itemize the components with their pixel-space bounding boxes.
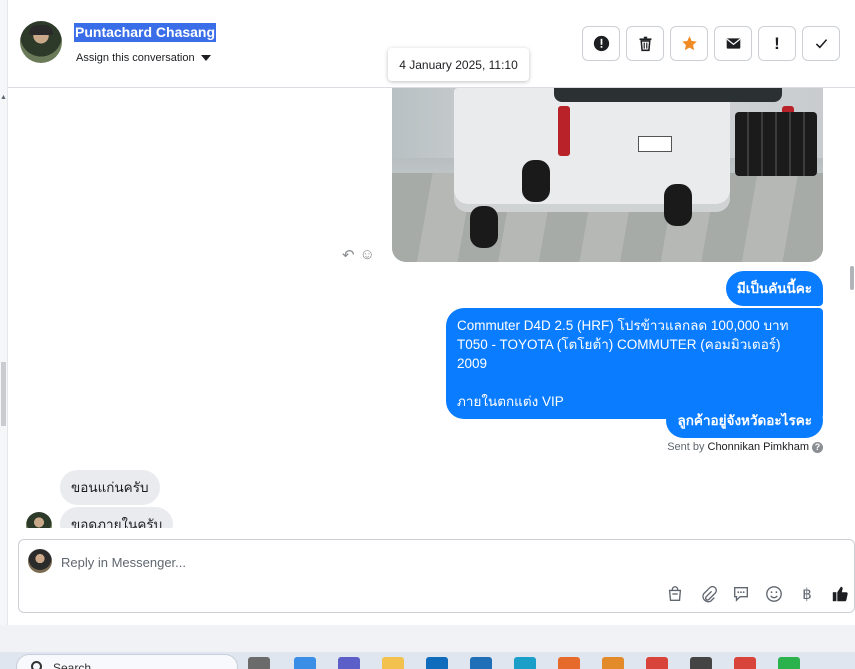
like-button[interactable] [830, 584, 850, 604]
vehicle-photo-attachment[interactable] [392, 88, 823, 262]
paperclip-icon [702, 585, 717, 603]
saved-replies-button[interactable] [731, 584, 751, 604]
app-icon[interactable] [690, 657, 712, 669]
scrollbar-thumb[interactable] [850, 266, 854, 290]
taskbar-search[interactable]: Search [16, 654, 238, 669]
photo-tire-rack [735, 112, 817, 176]
emoji-react-icon[interactable]: ☺ [360, 246, 375, 264]
contact-name[interactable]: Puntachard Chasang [74, 23, 217, 42]
line-icon[interactable] [778, 657, 800, 669]
teams-icon[interactable] [338, 657, 360, 669]
photo-van-window [554, 88, 782, 102]
trash-icon [639, 36, 651, 52]
photo-taillight [558, 106, 570, 156]
outlook-icon[interactable] [426, 657, 448, 669]
done-button[interactable] [802, 26, 840, 61]
os-taskbar: Search [0, 652, 855, 669]
incoming-message[interactable]: ขอนแก่นครับ [60, 470, 160, 505]
emoji-button[interactable] [764, 584, 784, 604]
sent-by-name: Chonnikan Pimkham [707, 441, 810, 453]
assign-conversation-dropdown[interactable]: Assign this conversation [76, 52, 211, 64]
delete-button[interactable] [626, 26, 664, 61]
incoming-message[interactable]: ขอดูภายในครับ [60, 507, 174, 528]
report-button[interactable] [582, 26, 620, 61]
shopping-bag-icon [668, 586, 682, 601]
outgoing-message[interactable]: ลูกค้าอยู่จังหวัดอะไรคะ [666, 403, 823, 438]
help-icon[interactable]: ? [812, 441, 823, 453]
caret-down-icon [200, 55, 211, 61]
header-actions: ! [582, 26, 840, 61]
agent-avatar [28, 549, 52, 573]
reply-arrow-icon[interactable]: ↶ [342, 246, 355, 264]
report-icon [593, 35, 609, 52]
composer-toolbar: ฿ [665, 584, 850, 604]
shop-bag-button[interactable] [665, 584, 685, 604]
photo-wheel [470, 206, 498, 248]
vlc-icon[interactable] [602, 657, 624, 669]
exclamation-icon: ! [774, 33, 780, 53]
chat-bubble-icon [734, 587, 748, 602]
sent-by-prefix: Sent by [667, 441, 705, 453]
sender-avatar [26, 512, 52, 528]
search-icon [31, 661, 42, 669]
copilot-icon[interactable] [294, 657, 316, 669]
edge-icon[interactable] [514, 657, 536, 669]
message-reactions: ↶ ☺ [342, 246, 375, 264]
mail-icon [726, 38, 740, 49]
message-line [457, 373, 812, 392]
taskview-icon[interactable] [248, 657, 270, 669]
left-panel-edge: ▲ [0, 0, 8, 625]
file-explorer-icon[interactable] [382, 657, 404, 669]
mark-unread-button[interactable] [714, 26, 752, 61]
thumbs-up-icon [832, 586, 848, 602]
contact-avatar[interactable] [20, 21, 62, 63]
reply-input[interactable] [61, 552, 761, 572]
store-icon[interactable] [470, 657, 492, 669]
reply-composer: ฿ [18, 539, 855, 613]
star-button[interactable] [670, 26, 708, 61]
page-bottom-margin [0, 625, 855, 652]
message-line: T050 - TOYOTA (โตโยต้า) COMMUTER (คอมมิว… [457, 337, 781, 371]
outgoing-message[interactable]: มีเป็นคันนี้คะ [725, 271, 823, 306]
check-icon [815, 39, 827, 49]
taskbar-search-label: Search [53, 661, 92, 669]
payment-button[interactable]: ฿ [797, 584, 817, 604]
photo-wheel [664, 184, 692, 226]
firefox-icon[interactable] [558, 657, 580, 669]
chrome-icon[interactable] [646, 657, 668, 669]
collapse-arrow-icon[interactable]: ▲ [0, 94, 7, 101]
resize-handle[interactable] [1, 362, 6, 426]
timestamp-tooltip: 4 January 2025, 11:10 [388, 48, 529, 81]
conversation-scrollbar[interactable] [846, 88, 855, 528]
chrome-active-icon[interactable] [734, 657, 756, 669]
flag-button[interactable]: ! [758, 26, 796, 61]
baht-icon: ฿ [802, 586, 812, 603]
attach-button[interactable] [698, 584, 718, 604]
sent-by-label: Sent by Chonnikan Pimkham ? [667, 441, 823, 453]
conversation-thread[interactable]: ↶ ☺ มีเป็นคันนี้คะ Commuter D4D 2.5 (HRF… [8, 88, 846, 528]
photo-wheel [522, 160, 550, 202]
photo-license-plate [638, 136, 672, 152]
message-line: Commuter D4D 2.5 (HRF) โปรข้าวแลกลด 100,… [457, 318, 789, 333]
smiley-icon [766, 586, 782, 602]
star-icon [681, 36, 697, 51]
assign-label: Assign this conversation [76, 52, 195, 64]
